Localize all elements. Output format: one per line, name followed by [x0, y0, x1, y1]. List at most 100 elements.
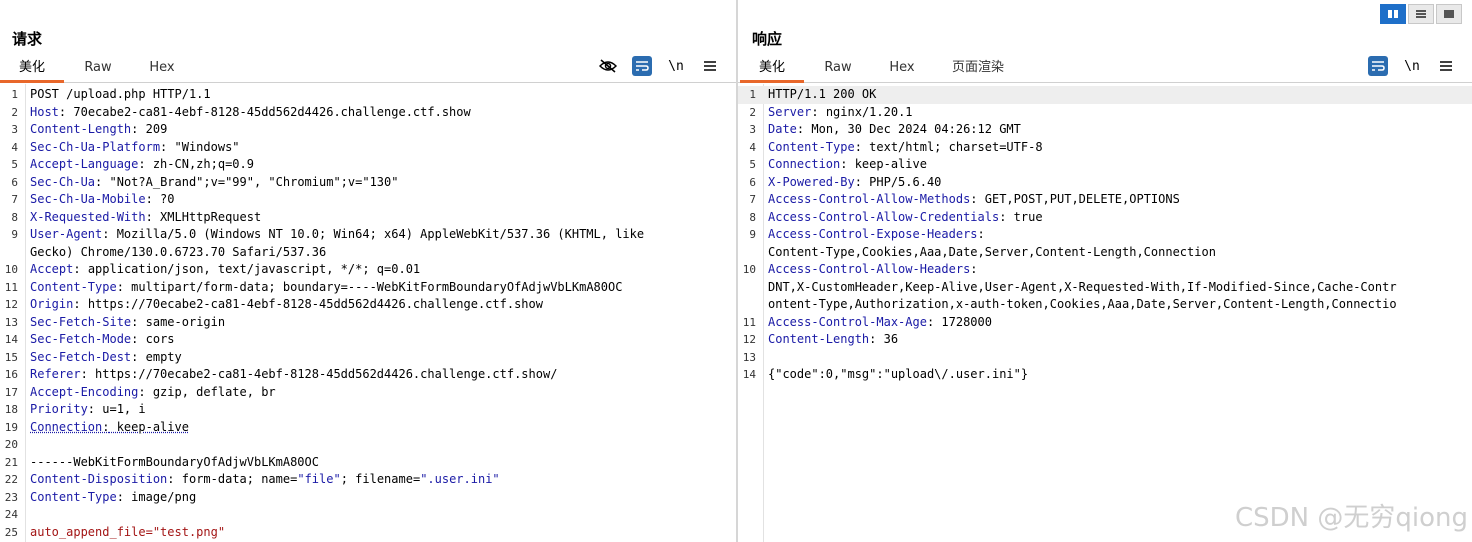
line-text: Connection: keep-alive	[768, 156, 927, 174]
code-line: 4 Content-Type: text/html; charset=UTF-8	[738, 139, 1472, 157]
response-editor[interactable]: 1 HTTP/1.1 200 OK 2 Server: nginx/1.20.1 3 Da…	[738, 84, 1472, 542]
code-line: 18 Priority: u=1, i	[0, 401, 736, 419]
line-text: Content-Type: image/png	[30, 489, 196, 507]
header-colon: :	[854, 139, 862, 154]
header-name: Content-Length	[768, 332, 870, 346]
line-text: Host: 70ecabe2-ca81-4ebf-8128-45dd562d44…	[30, 104, 471, 122]
header-value: "Not?A_Brand";v="99", "Chromium";v="130"	[102, 174, 399, 189]
menu-icon[interactable]	[700, 56, 720, 76]
line-number: 19	[4, 420, 18, 434]
menu-icon[interactable]	[1436, 56, 1456, 76]
header-value: gzip, deflate, br	[145, 384, 276, 399]
line-number: 11	[742, 315, 756, 329]
request-editor[interactable]: 1 POST /upload.php HTTP/1.1 2 Host: 70ecabe…	[0, 84, 736, 542]
line-text: Sec-Fetch-Dest: empty	[30, 349, 182, 367]
line-number: 5	[11, 158, 18, 171]
tab-render[interactable]: 页面渲染	[938, 58, 1018, 80]
header-value: nginx/1.20.1	[818, 104, 913, 119]
line-text: Priority: u=1, i	[30, 401, 146, 419]
line-number: 12	[742, 333, 756, 346]
line-number: 2	[749, 105, 756, 119]
line-text: Connection: keep-alive	[30, 419, 189, 437]
header-name: Access-Control-Allow-Credentials	[768, 209, 1000, 224]
code-line: 7 Sec-Ch-Ua-Mobile: ?0	[0, 191, 736, 209]
line-text: X-Powered-By: PHP/5.6.40	[768, 174, 941, 192]
newline-toggle[interactable]: \n	[1402, 56, 1422, 76]
wrap-lines-icon[interactable]	[632, 56, 652, 76]
line-number: 4	[11, 140, 18, 154]
line-number: 16	[4, 368, 18, 381]
header-value: ontent-Type,Authorization,x-auth-token,C…	[768, 297, 1397, 311]
line-number: 9	[749, 228, 756, 241]
code-line: 10 Accept: application/json, text/javascr…	[0, 261, 736, 279]
line-text: auto_append_file="test.png"	[30, 524, 225, 542]
code-line: Gecko) Chrome/130.0.6723.70 Safari/537.3…	[0, 244, 736, 262]
line-number: 2	[11, 105, 18, 119]
header-value: 1728000	[934, 314, 992, 329]
header-name: Access-Control-Allow-Headers	[768, 262, 971, 276]
line-text: Content-Length: 36	[768, 331, 898, 349]
header-value: Content-Type,Cookies,Aaa,Date,Server,Con…	[768, 244, 1216, 259]
line-number: 7	[749, 193, 756, 206]
header-name: Priority	[30, 402, 88, 416]
line-number: 3	[749, 123, 756, 136]
header-name: Host	[30, 104, 59, 119]
line-text: Server: nginx/1.20.1	[768, 104, 913, 122]
header-name: Access-Control-Max-Age	[768, 314, 927, 329]
header-colon: :	[854, 174, 862, 189]
tab-raw[interactable]: Raw	[808, 58, 868, 80]
header-value: XMLHttpRequest	[152, 209, 262, 224]
line-text: Access-Control-Allow-Methods: GET,POST,P…	[768, 191, 1180, 209]
header-name: Sec-Fetch-Dest	[30, 349, 132, 364]
header-name: Accept-Encoding	[30, 384, 139, 399]
line-text: X-Requested-With: XMLHttpRequest	[30, 209, 261, 227]
header-value: zh-CN,zh;q=0.9	[145, 157, 254, 171]
hide-eye-icon[interactable]	[598, 56, 618, 76]
line-text: {"code":0,"msg":"upload\/.user.ini"}	[768, 366, 1028, 384]
line-text: Accept: application/json, text/javascrip…	[30, 261, 420, 279]
header-name: Access-Control-Allow-Methods	[768, 192, 971, 206]
newline-toggle[interactable]: \n	[666, 56, 686, 76]
header-value: auto_append_file="test.png"	[30, 524, 226, 539]
header-colon: :	[116, 279, 124, 294]
code-line: 11 Access-Control-Max-Age: 1728000	[738, 314, 1472, 332]
code-line: 6 X-Powered-By: PHP/5.6.40	[738, 174, 1472, 192]
line-number: 10	[4, 263, 18, 276]
tab-hex[interactable]: Hex	[132, 58, 192, 80]
line-number: 18	[4, 403, 18, 416]
header-value: "Windows"	[167, 139, 240, 154]
header-colon: :	[145, 209, 153, 224]
string-value: ".user.ini"	[420, 472, 500, 486]
watermark: CSDN @无穷qiong	[1234, 503, 1468, 533]
tab-pretty[interactable]: 美化	[740, 58, 804, 83]
tab-raw[interactable]: Raw	[68, 58, 128, 80]
request-title: 请求	[12, 30, 43, 48]
header-colon: :	[970, 192, 978, 206]
header-name: Accept-Language	[30, 157, 139, 171]
tab-pretty[interactable]: 美化	[0, 58, 64, 83]
code-line: 1 POST /upload.php HTTP/1.1	[0, 86, 736, 104]
code-line: 22 Content-Disposition: form-data; name="…	[0, 471, 736, 489]
header-value: Mon, 30 Dec 2024 04:26:12 GMT	[804, 122, 1021, 136]
header-name: Access-Control-Expose-Headers	[768, 227, 978, 241]
header-colon: :	[87, 402, 96, 416]
code-line: 10 Access-Control-Allow-Headers:	[738, 261, 1472, 279]
line-number: 14	[4, 333, 18, 346]
header-value: keep-alive	[847, 157, 927, 171]
header-colon: :	[73, 262, 81, 276]
request-pane: 请求 美化 Raw Hex \n 1 POST /upload.php HTTP/…	[0, 0, 736, 542]
line-number: 6	[11, 175, 18, 189]
line-number: 13	[742, 350, 756, 364]
header-name: Origin	[30, 297, 74, 311]
wrap-lines-icon[interactable]	[1368, 56, 1388, 76]
line-number: 10	[742, 263, 756, 276]
header-value: {"code":0,"msg":"upload\/.user.ini"}	[768, 367, 1029, 381]
request-toolbar: \n	[598, 56, 720, 76]
line-number: 24	[4, 508, 18, 521]
line-number: 5	[749, 158, 756, 171]
line-text: HTTP/1.1 200 OK	[768, 86, 876, 104]
code-line: Content-Type,Cookies,Aaa,Date,Server,Con…	[738, 244, 1472, 262]
header-name: Content-Length	[30, 122, 132, 136]
tab-hex[interactable]: Hex	[872, 58, 932, 80]
line-number: 25	[4, 525, 18, 539]
